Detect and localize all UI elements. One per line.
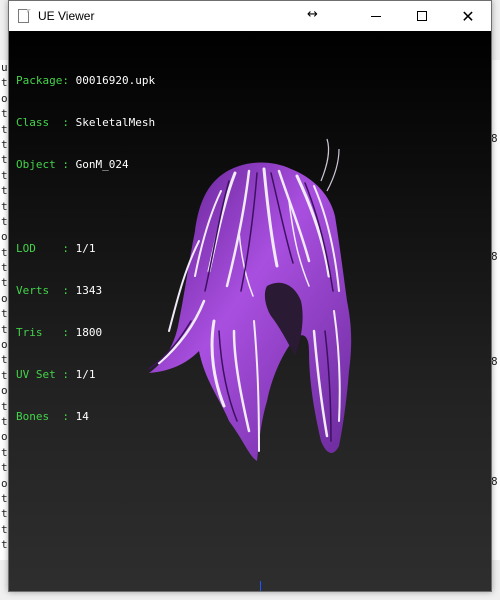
info-row-tris: Tris : 1800 bbox=[16, 326, 103, 339]
info-row-object: Object : GonM_024 bbox=[16, 158, 129, 171]
bones-label: Bones bbox=[16, 410, 63, 423]
ue-viewer-window: UE Viewer ↔ ✕ Package: 00016920.upk Clas… bbox=[8, 0, 492, 592]
info-row-bones: Bones : 14 bbox=[16, 410, 89, 423]
verts-label: Verts bbox=[16, 284, 63, 297]
lod-value: 1/1 bbox=[75, 242, 96, 255]
mesh-info-panel: Package: 00016920.upk Class : SkeletalMe… bbox=[16, 46, 155, 452]
info-row-uvset: UV Set : 1/1 bbox=[16, 368, 96, 381]
bones-value: 14 bbox=[75, 410, 89, 423]
tris-value: 1800 bbox=[75, 326, 103, 339]
resize-cursor-icon: ↔ bbox=[307, 7, 318, 22]
class-value: SkeletalMesh bbox=[75, 116, 156, 129]
axis-indicator bbox=[260, 581, 261, 591]
package-label: Package bbox=[16, 74, 63, 87]
maximize-icon bbox=[417, 11, 427, 21]
package-value: 00016920.upk bbox=[75, 74, 156, 87]
app-icon bbox=[16, 8, 32, 24]
title-bar[interactable]: UE Viewer ↔ ✕ bbox=[9, 1, 491, 31]
info-row-package: Package: 00016920.upk bbox=[16, 74, 156, 87]
maximize-button[interactable] bbox=[399, 1, 445, 31]
object-value: GonM_024 bbox=[75, 158, 129, 171]
verts-value: 1343 bbox=[75, 284, 103, 297]
class-label: Class bbox=[16, 116, 63, 129]
tris-label: Tris bbox=[16, 326, 63, 339]
uvset-value: 1/1 bbox=[75, 368, 96, 381]
uvset-label: UV Set bbox=[16, 368, 63, 381]
object-label: Object bbox=[16, 158, 63, 171]
3d-viewport[interactable]: Package: 00016920.upk Class : SkeletalMe… bbox=[9, 31, 491, 591]
close-icon: ✕ bbox=[461, 6, 475, 26]
close-button[interactable]: ✕ bbox=[445, 1, 491, 31]
info-row-verts: Verts : 1343 bbox=[16, 284, 103, 297]
info-row-class: Class : SkeletalMesh bbox=[16, 116, 156, 129]
window-title: UE Viewer bbox=[38, 9, 95, 23]
info-row-lod: LOD : 1/1 bbox=[16, 242, 96, 255]
minimize-button[interactable] bbox=[353, 1, 399, 31]
lod-label: LOD bbox=[16, 242, 63, 255]
minimize-icon bbox=[371, 15, 381, 17]
